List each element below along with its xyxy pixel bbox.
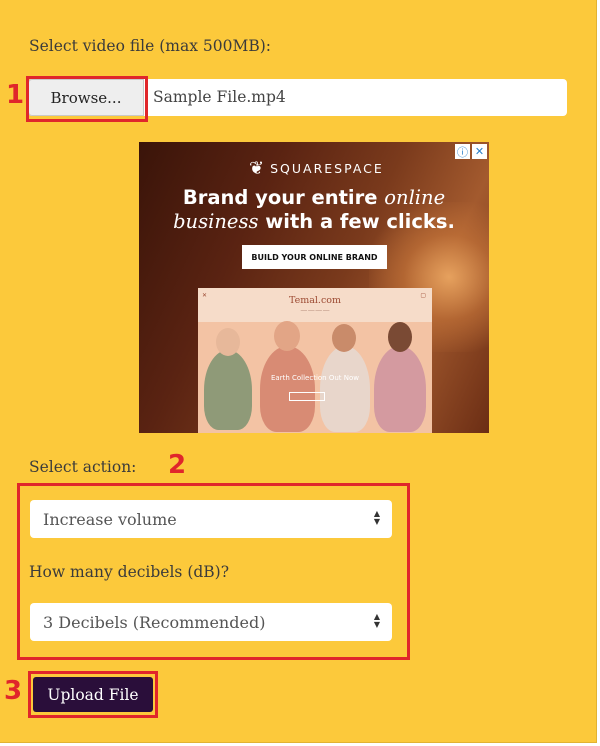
ad-logo: ❦ SQUARESPACE [249,158,384,179]
model-head [274,321,300,351]
upload-form-panel: Select video file (max 500MB): Browse...… [0,0,597,743]
step1-number: 1 [6,80,25,110]
ad-headline: Brand your entire online business with a… [139,186,489,234]
model-head [332,324,356,352]
info-icon[interactable]: ⓘ [455,144,470,159]
file-label: Select video file (max 500MB): [29,37,271,55]
model-head [388,322,412,352]
squarespace-logo-icon: ❦ [249,158,265,179]
preview-nav: ─── ─── ─── ─── [300,309,330,313]
step1-highlight [26,76,148,122]
advertisement[interactable]: ⓘ ✕ ❦ SQUARESPACE Brand your entire onli… [139,142,489,433]
model-figure [374,346,426,432]
model-figure [204,350,252,430]
ad-headline-italic1: online [384,186,446,209]
model-figure [260,346,315,432]
step3-number: 3 [4,676,23,706]
preview-hero-button [289,392,325,401]
ad-badges: ⓘ ✕ [455,144,487,159]
ad-brand: SQUARESPACE [270,161,384,176]
model-head [216,328,240,356]
upload-file-button[interactable]: Upload File [33,677,153,712]
select-arrows-icon: ▲ ▼ [373,612,380,629]
decibels-select-value: 3 Decibels (Recommended) [43,612,266,632]
step2-number: 2 [168,450,187,480]
action-select[interactable]: Increase volume ▲ ▼ [30,500,392,538]
decibels-label: How many decibels (dB)? [29,563,230,581]
close-icon[interactable]: ✕ [472,144,487,159]
preview-site-title: Temal.com [289,295,341,306]
model-figure [320,346,370,432]
ad-headline-part2: with a few clicks. [258,210,455,233]
select-arrows-icon: ▲ ▼ [373,509,380,526]
preview-hero-text: Earth Collection Out Now [270,374,359,382]
decibels-select[interactable]: 3 Decibels (Recommended) ▲ ▼ [30,603,392,641]
ad-cta-button[interactable]: BUILD YOUR ONLINE BRAND [242,245,387,269]
ad-headline-part1: Brand your entire [182,186,385,209]
ad-headline-italic2: business [173,210,259,233]
action-select-value: Increase volume [43,509,177,529]
selected-file-name: Sample File.mp4 [153,88,286,106]
action-label: Select action: [29,458,137,476]
ad-website-preview: ✕ ▢ Temal.com ─── ─── ─── ─── Earth Coll… [198,288,432,433]
